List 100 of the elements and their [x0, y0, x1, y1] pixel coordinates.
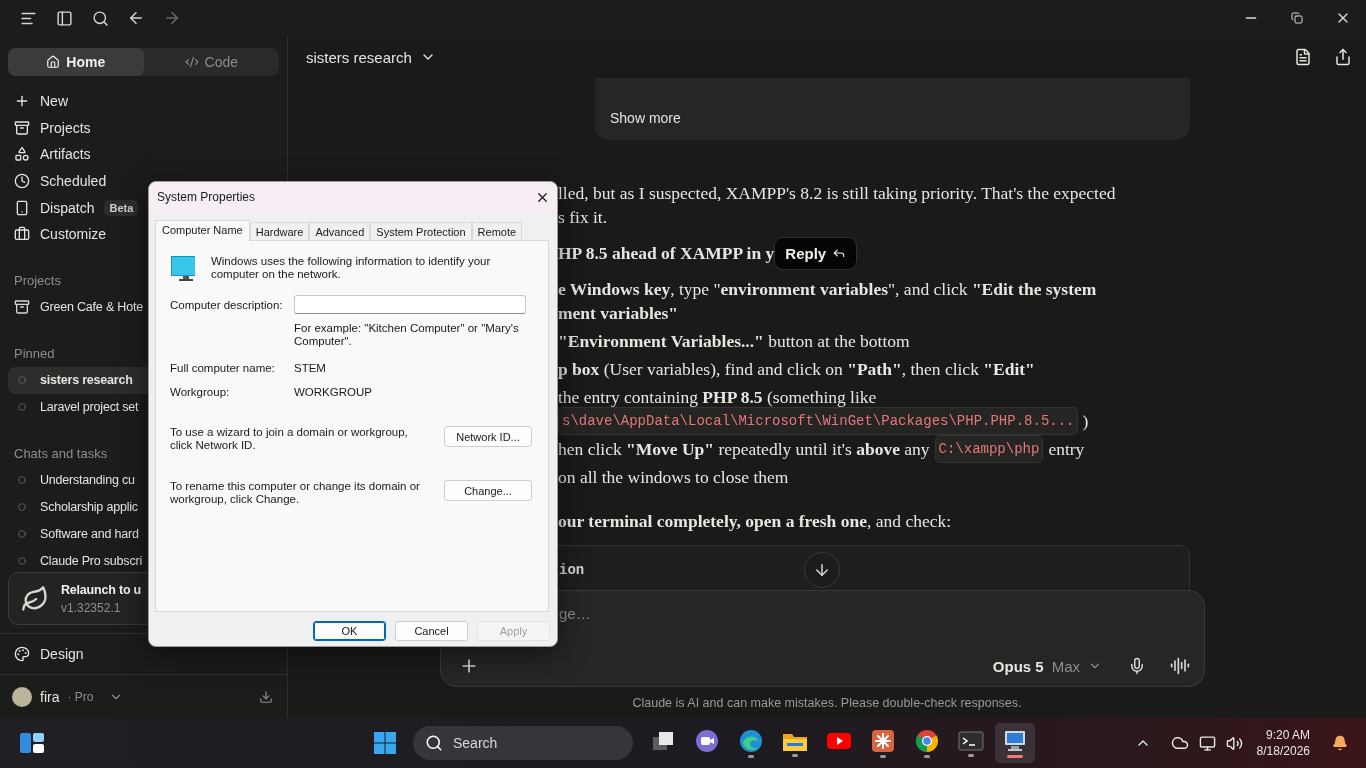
account-name: fira — [40, 688, 60, 705]
bell-icon[interactable] — [1332, 735, 1348, 751]
message-text: lled, but as I suspected, XAMPP's 8.2 is still taking priority. That's the expected — [558, 182, 1116, 205]
message-text: p box (User variables), find and click on "Path", then click "Edit" — [558, 358, 1035, 381]
box-icon — [14, 119, 30, 136]
dot-icon — [18, 376, 26, 385]
nav-item[interactable]: Design — [0, 634, 287, 674]
network-icon[interactable] — [1198, 734, 1216, 752]
dot-icon — [18, 530, 26, 539]
computer-icon — [1002, 728, 1028, 753]
effort-label[interactable]: Max — [1051, 657, 1080, 675]
dialog-tab[interactable]: System Protection — [370, 222, 472, 241]
dialog-button[interactable]: OK — [313, 621, 386, 641]
message-text: ment variables" — [558, 302, 679, 325]
cloud-icon[interactable] — [1170, 734, 1189, 752]
avatar — [12, 686, 32, 707]
play-icon — [826, 730, 852, 751]
model-name[interactable]: Opus 5 — [992, 657, 1044, 675]
nav-item[interactable]: Projects — [0, 114, 287, 142]
message-text: ) — [1082, 410, 1089, 433]
palette-icon — [14, 646, 30, 662]
terminal-icon — [958, 729, 984, 752]
disclaimer-text: Claude is AI and can make mistakes. Please double-check responses. — [632, 696, 1022, 710]
update-title: Relaunch to u — [61, 582, 142, 597]
beta-badge: Beta — [104, 199, 139, 216]
taskbar-app[interactable] — [995, 723, 1035, 763]
code-icon — [184, 55, 199, 69]
dialog-tab[interactable]: Computer Name — [155, 220, 250, 241]
message-text: hen click "Move Up" repeatedly until it's above any — [558, 438, 930, 461]
message-text: s fix it. — [558, 206, 608, 229]
nav-label: Artifacts — [40, 146, 91, 163]
version-text: v1.32352.1 — [61, 600, 122, 615]
nav-label: Dispatch — [40, 199, 95, 216]
clock[interactable]: 9:20 AM 8/18/2026 — [1256, 727, 1310, 759]
leaf-icon — [21, 584, 49, 613]
clock-icon — [14, 173, 30, 190]
show-more-link[interactable]: Show more — [610, 110, 681, 126]
download-icon[interactable] — [259, 689, 273, 704]
dot-icon — [18, 403, 26, 412]
sidebar-item[interactable]: Claude Pro subscri — [8, 547, 279, 570]
search-icon[interactable] — [425, 734, 443, 752]
wave-browser-icon — [739, 728, 763, 753]
mode-tab[interactable]: Code — [143, 48, 279, 76]
mode-tab[interactable]: Home — [8, 48, 144, 76]
section-title: Chats and tasks — [14, 446, 108, 462]
video-call-icon — [695, 728, 719, 753]
taskbar-search-field[interactable]: Search — [413, 726, 633, 760]
intro-text: Windows uses the following information to identify your computer on the network. — [210, 255, 492, 281]
message-text: HP 8.5 ahead of XAMPP in y — [558, 242, 775, 265]
microphone-icon[interactable] — [1128, 657, 1146, 675]
sidebar-item[interactable]: Software and hard — [8, 520, 279, 548]
section-title: Projects — [14, 273, 61, 289]
code-text: ion — [559, 562, 585, 578]
message-text: on all the windows to close them — [558, 466, 789, 489]
nav-label: New — [40, 93, 68, 110]
network-id-button[interactable]: Network ID... — [444, 426, 532, 447]
briefcase-icon — [14, 226, 30, 243]
plan-label: · Pro — [67, 689, 94, 704]
arrow-down-icon — [813, 561, 831, 579]
dot-icon — [18, 503, 26, 512]
reply-icon — [832, 246, 847, 260]
field-value: WORKGROUP — [294, 385, 373, 400]
nav-item[interactable]: New — [0, 88, 287, 115]
nav-label: Design — [40, 646, 84, 662]
nav-item[interactable]: Artifacts — [0, 141, 287, 168]
dialog-tab[interactable]: Advanced — [309, 222, 371, 241]
section-title: Pinned — [14, 346, 55, 362]
message-text: our terminal completely, open a fresh one, and check: — [558, 510, 952, 533]
shapes-icon — [14, 146, 30, 163]
starburst-icon — [871, 728, 895, 753]
change-button[interactable]: Change... — [444, 480, 532, 501]
field-value: STEM — [294, 361, 327, 376]
round-browser-icon — [915, 728, 939, 753]
message-input[interactable]: ge… — [459, 605, 1190, 622]
share-icon[interactable] — [1334, 48, 1352, 66]
monitor-icon — [170, 255, 195, 283]
reply-button[interactable]: Reply — [774, 236, 858, 270]
inline-code: s\dave\AppData\Local\Microsoft\WinGet\Packages\PHP.PHP.8.5... — [558, 407, 1079, 435]
dialog-button[interactable]: Cancel — [395, 621, 468, 641]
volume-icon[interactable] — [1225, 734, 1243, 752]
message-text: the entry containing PHP 8.5 (something like — [558, 386, 877, 409]
description-field[interactable] — [294, 295, 526, 314]
nav-label: Customize — [40, 226, 107, 243]
wizard-text: To use a wizard to join a domain or workgroup, click Network ID. — [170, 426, 409, 452]
windows-stack-icon — [651, 729, 675, 752]
inline-code: C:\xampp\php — [934, 435, 1044, 463]
dialog-tab[interactable]: Hardware — [249, 222, 310, 241]
dot-icon — [18, 476, 26, 485]
nav-label: Projects — [40, 119, 91, 136]
nav-label: Scheduled — [40, 173, 107, 190]
document-icon[interactable] — [1294, 48, 1312, 66]
home-icon — [46, 55, 61, 69]
dialog-tab[interactable]: Remote — [471, 222, 523, 241]
voice-icon[interactable] — [1170, 656, 1190, 676]
message-text: "Environment Variables..." button at the bottom — [558, 330, 910, 353]
chat-title: sisters research — [306, 48, 412, 66]
message-text: entry — [1048, 438, 1085, 461]
phone-icon — [14, 199, 30, 216]
message-text: e Windows key, type "environment variables", and click "Edit the system — [558, 278, 1097, 301]
dot-icon — [18, 557, 26, 566]
